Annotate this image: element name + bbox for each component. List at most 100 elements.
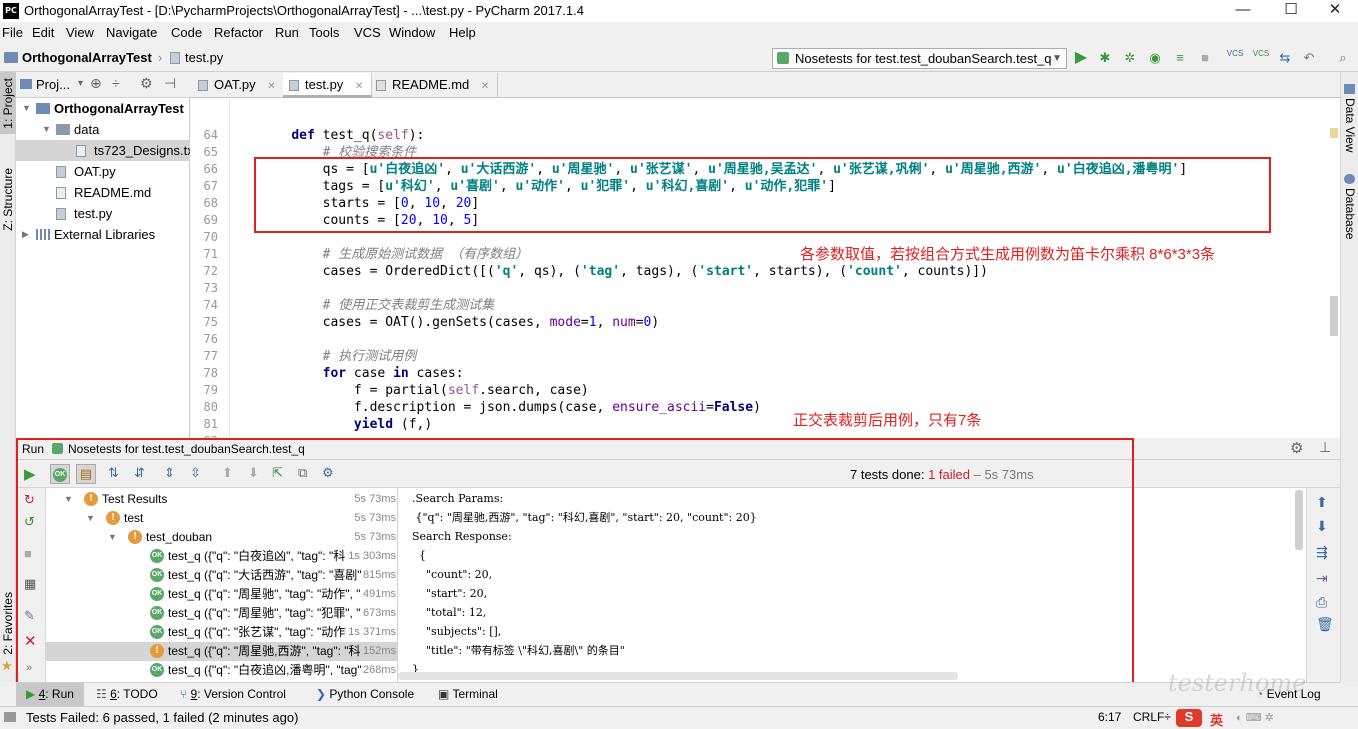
breadcrumb-file[interactable]: test.py <box>185 50 223 65</box>
menu-window[interactable]: Window <box>389 25 435 40</box>
menu-edit[interactable]: Edit <box>32 25 54 40</box>
code-editor[interactable]: 64656667686970717273747576777879808182 d… <box>190 98 1340 448</box>
clear-all-icon[interactable]: 🗑 <box>1316 616 1334 633</box>
project-view-selector[interactable]: Proj... <box>36 77 70 92</box>
scroll-up-icon[interactable]: ⬆ <box>1316 494 1328 511</box>
hide-panel-icon[interactable]: ⊣ <box>164 75 176 92</box>
ime-punctuation-icon[interactable]: ◐ ⌨ ✲ <box>1236 711 1274 724</box>
menu-navigate[interactable]: Navigate <box>106 25 157 40</box>
collapse-all-icon[interactable]: ÷ <box>112 75 120 91</box>
sogou-ime-icon[interactable]: S <box>1176 709 1202 727</box>
code-line: for case in cases: <box>322 366 464 381</box>
menu-code[interactable]: Code <box>171 25 202 40</box>
project-tree-item[interactable]: ▶ External Libraries <box>16 224 190 245</box>
maximize-button[interactable]: ☐ <box>1268 0 1314 22</box>
favorites-tool-tab[interactable]: 2: Favorites <box>1 592 15 655</box>
expand-arrow-icon[interactable]: ▼ <box>42 119 51 140</box>
cursor-position[interactable]: 6:17 <box>1098 710 1121 724</box>
coverage-icon[interactable]: ✲ <box>1121 49 1139 67</box>
project-tree-item[interactable]: test.py <box>16 203 190 224</box>
ime-mode[interactable]: 英 <box>1210 710 1223 729</box>
menu-tools[interactable]: Tools <box>309 25 339 40</box>
project-view-icon <box>20 79 32 89</box>
scroll-from-source-icon[interactable]: ⊕ <box>90 75 102 92</box>
version-control-icon: ⑂ <box>180 687 191 701</box>
expand-arrow-icon[interactable]: ▼ <box>22 98 31 119</box>
project-tree-label: test.py <box>74 206 113 221</box>
revert-icon[interactable]: ↶ <box>1300 49 1318 67</box>
console-scrollbar[interactable] <box>1295 490 1303 550</box>
file-icon <box>56 187 66 199</box>
soft-wrap-icon[interactable]: ⇶ <box>1316 544 1328 561</box>
right-tool-strip: Data View Database <box>1340 72 1358 682</box>
tool-tab-todo[interactable]: ☷ 6: TODO <box>96 687 158 701</box>
tab-test-py[interactable]: test.py ✕ <box>283 73 373 98</box>
project-tool-tab[interactable]: 1: Project <box>1 78 15 129</box>
debug-icon[interactable]: ✱ <box>1096 49 1114 67</box>
tool-tab-version-control[interactable]: ⑂ 9: Version Control <box>180 687 286 701</box>
menu-vcs[interactable]: VCS <box>354 25 381 40</box>
line-separator[interactable]: CRLF÷ <box>1133 710 1171 724</box>
project-tree-item[interactable]: OAT.py <box>16 161 190 182</box>
chevron-down-icon[interactable]: ▾ <box>78 78 83 89</box>
line-number: 77 <box>203 349 218 363</box>
close-icon[interactable]: ✕ <box>355 81 363 92</box>
menu-view[interactable]: View <box>66 25 94 40</box>
breadcrumb-separator-icon: › <box>158 50 163 65</box>
profile-icon[interactable]: ◉ <box>1146 49 1164 67</box>
nosetests-icon <box>777 52 789 64</box>
editor-scrollbar[interactable] <box>1330 296 1338 336</box>
folder-icon <box>4 52 18 63</box>
code-line: f = partial(self.search, case) <box>260 383 589 398</box>
scroll-down-icon[interactable]: ⬇ <box>1316 518 1328 535</box>
project-tree-item[interactable]: README.md <box>16 182 190 203</box>
line-number: 76 <box>203 332 218 346</box>
line-number: 65 <box>203 145 218 159</box>
stop-icon[interactable]: ■ <box>1196 49 1214 67</box>
menu-file[interactable]: File <box>2 25 23 40</box>
tab-readme-md[interactable]: README.md ✕ <box>370 73 499 98</box>
project-tree-item[interactable]: ts723_Designs.txt <box>16 140 197 161</box>
tab-label: README.md <box>392 77 470 92</box>
status-icon[interactable] <box>4 712 16 722</box>
tool-tab-python-console[interactable]: ❯ Python Console <box>316 687 414 701</box>
run-configuration-dropdown[interactable]: Nosetests for test.test_doubanSearch.tes… <box>772 48 1067 69</box>
breadcrumb-project[interactable]: OrthogonalArrayTest <box>22 50 152 65</box>
minimize-button[interactable]: — <box>1220 0 1266 22</box>
search-everywhere-icon[interactable]: ⌕ <box>1334 49 1352 67</box>
run-icon[interactable]: ▶ <box>1072 49 1090 67</box>
close-window-button[interactable]: ✕ <box>1312 0 1358 22</box>
project-tree-label: ts723_Designs.txt <box>94 143 198 158</box>
pycharm-logo-icon: PC <box>3 3 19 19</box>
chevron-down-icon: ▼ <box>1052 53 1062 64</box>
data-view-tool-tab[interactable]: Data View <box>1343 98 1357 152</box>
project-tree-item[interactable]: ▼ OrthogonalArrayTest <box>16 98 190 119</box>
gear-icon[interactable]: ⚙ <box>1290 439 1303 457</box>
scroll-to-end-icon[interactable]: ⇥ <box>1316 570 1328 587</box>
line-number: 72 <box>203 264 218 278</box>
line-number: 64 <box>203 128 218 142</box>
print-icon[interactable]: ⎙ <box>1316 594 1327 611</box>
line-number: 69 <box>203 213 218 227</box>
structure-tool-tab[interactable]: Z: Structure <box>1 168 15 231</box>
close-icon[interactable]: ✕ <box>267 81 275 92</box>
database-tool-tab[interactable]: Database <box>1343 188 1357 239</box>
vcs-commit-icon[interactable]: VCS <box>1252 49 1270 67</box>
tool-tab-terminal[interactable]: ▣ Terminal <box>438 687 498 701</box>
menu-help[interactable]: Help <box>449 25 476 40</box>
gear-icon[interactable]: ⚙ <box>140 75 153 92</box>
menu-refactor[interactable]: Refactor <box>214 25 263 40</box>
tab-oat-py[interactable]: OAT.py ✕ <box>192 73 285 98</box>
project-tree-item[interactable]: ▼ data <box>16 119 190 140</box>
hide-panel-icon[interactable]: ⊥ <box>1319 439 1331 456</box>
project-tree-label: External Libraries <box>54 227 156 242</box>
line-number: 75 <box>203 315 218 329</box>
compare-icon[interactable]: ⇆ <box>1276 49 1294 67</box>
tool-tab-run[interactable]: ▶ 4: Run <box>26 687 74 701</box>
vcs-update-icon[interactable]: VCS <box>1226 49 1244 67</box>
close-icon[interactable]: ✕ <box>481 81 489 92</box>
menu-run[interactable]: Run <box>275 25 299 40</box>
concurrency-icon[interactable]: ≡ <box>1171 49 1189 67</box>
collapse-arrow-icon[interactable]: ▶ <box>22 224 29 245</box>
line-number: 67 <box>203 179 218 193</box>
